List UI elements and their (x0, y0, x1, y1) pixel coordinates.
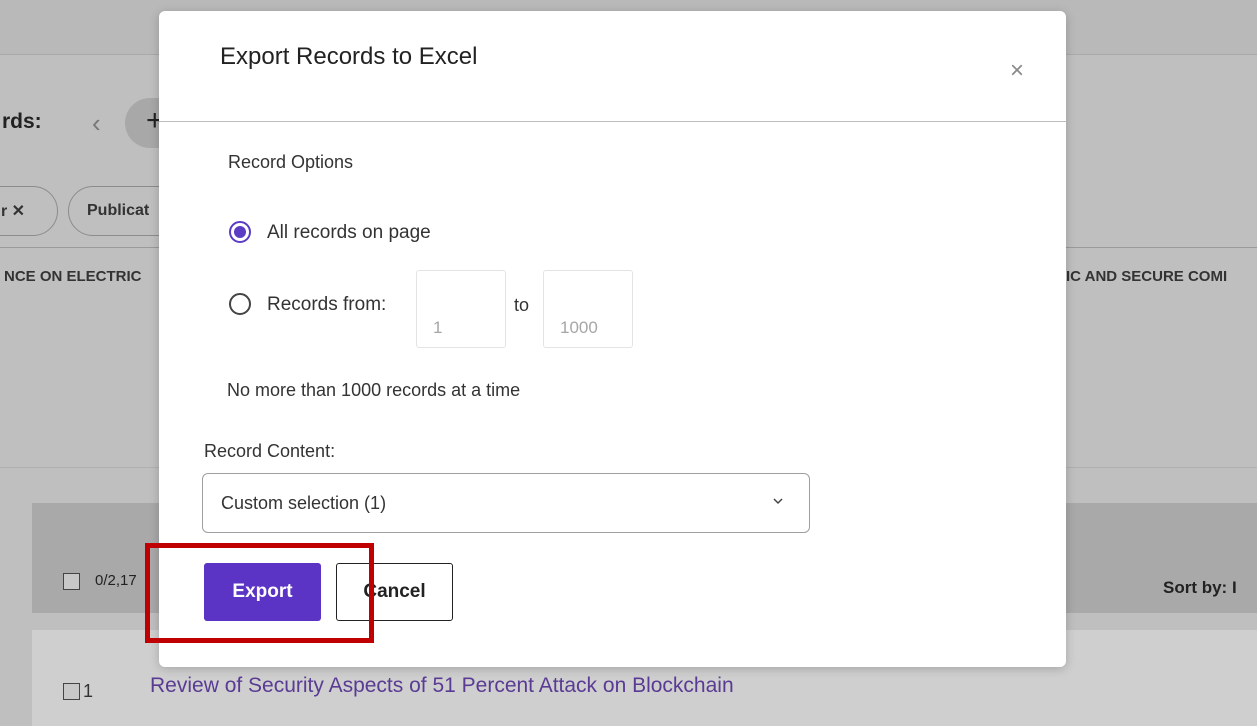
record-content-label: Record Content: (204, 441, 336, 461)
radio-records-range[interactable] (229, 293, 251, 315)
export-dialog: Export Records to Excel × Record Options… (159, 11, 1066, 667)
record-content-value: Custom selection (1) (221, 493, 387, 513)
records-nav-label: rds: (2, 110, 42, 133)
chevron-down-icon (773, 498, 783, 505)
result-index: 1 (83, 681, 94, 701)
export-button[interactable]: Export (204, 563, 321, 621)
record-content-select[interactable]: Custom selection (1) (202, 473, 810, 533)
conference-banner-right: IC AND SECURE COMI (1066, 268, 1228, 285)
record-options-label: Record Options (228, 152, 354, 172)
dialog-title: Export Records to Excel (220, 43, 478, 70)
dialog-header: Export Records to Excel × (159, 11, 1066, 122)
cancel-button[interactable]: Cancel (336, 563, 453, 621)
radio-all-records[interactable] (229, 221, 251, 243)
conference-banner-left: NCE ON ELECTRIC (4, 268, 142, 285)
records-to-input[interactable] (543, 270, 633, 348)
filter-chip-author[interactable]: r ✕ (0, 186, 58, 236)
result-checkbox[interactable] (63, 683, 80, 700)
selected-count: 0/2,17 (95, 572, 137, 589)
range-to-label: to (514, 295, 530, 315)
result-title-link[interactable]: Review of Security Aspects of 51 Percent… (150, 674, 734, 698)
sort-by-dropdown[interactable]: Sort by: I (1163, 578, 1237, 598)
chevron-left-icon[interactable]: ‹ (92, 108, 101, 139)
radio-all-records-label[interactable]: All records on page (267, 222, 431, 244)
radio-records-range-label[interactable]: Records from: (267, 294, 386, 316)
close-icon[interactable]: × (1010, 59, 1024, 83)
records-from-input[interactable] (416, 270, 506, 348)
select-all-checkbox[interactable] (63, 573, 80, 590)
record-limit-note: No more than 1000 records at a time (227, 380, 521, 400)
